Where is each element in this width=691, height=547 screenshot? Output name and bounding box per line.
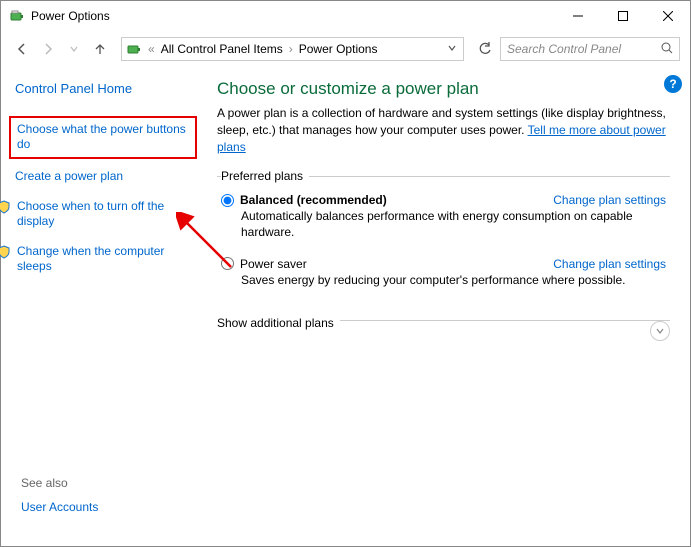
sidebar-link-create-plan[interactable]: Create a power plan [15,169,197,185]
sidebar-link-computer-sleeps[interactable]: Change when the computer sleeps [15,244,197,275]
refresh-button[interactable] [474,38,496,60]
see-also-header: See also [21,476,98,490]
control-panel-home-link[interactable]: Control Panel Home [15,81,197,98]
search-placeholder: Search Control Panel [507,42,661,56]
breadcrumb-chevron-icon: › [287,42,295,56]
address-dropdown-icon[interactable] [445,42,459,56]
plan-balanced: Balanced (recommended) Change plan setti… [221,193,666,240]
forward-button[interactable] [37,38,59,60]
intro-text: A power plan is a collection of hardware… [217,105,670,155]
plan-description: Automatically balances performance with … [241,209,666,240]
change-plan-settings-link[interactable]: Change plan settings [553,193,666,207]
power-options-icon [9,8,25,24]
search-icon [661,42,673,57]
expand-chevron-icon[interactable] [650,321,670,341]
nav-bar: « All Control Panel Items › Power Option… [1,31,690,67]
help-icon[interactable]: ? [664,75,682,93]
recent-locations-dropdown[interactable] [63,38,85,60]
up-button[interactable] [89,38,111,60]
minimize-button[interactable] [555,1,600,31]
back-button[interactable] [11,38,33,60]
plan-radio-power-saver[interactable] [221,257,234,270]
breadcrumb-separator: « [146,42,157,56]
shield-icon [0,245,11,259]
plan-description: Saves energy by reducing your computer's… [241,273,666,289]
plan-power-saver: Power saver Change plan settings Saves e… [221,257,666,289]
change-plan-settings-link[interactable]: Change plan settings [553,257,666,271]
search-input[interactable]: Search Control Panel [500,37,680,61]
power-options-icon [126,41,142,57]
shield-icon [0,200,11,214]
window-controls [555,1,690,31]
see-also-user-accounts[interactable]: User Accounts [21,500,98,516]
sidebar-link-label: Change when the computer sleeps [17,244,197,275]
page-heading: Choose or customize a power plan [217,79,670,99]
maximize-button[interactable] [600,1,645,31]
plan-name: Power saver [240,257,553,271]
window-title: Power Options [31,9,555,23]
breadcrumb-current[interactable]: Power Options [299,42,378,56]
plan-radio-balanced[interactable] [221,194,234,207]
preferred-plans-group: Preferred plans Balanced (recommended) C… [217,169,670,308]
sidebar-link-turn-off-display[interactable]: Choose when to turn off the display [15,199,197,230]
see-also-section: See also User Accounts [21,476,98,530]
title-bar: Power Options [1,1,690,31]
main-panel: ? Choose or customize a power plan A pow… [209,67,690,546]
close-button[interactable] [645,1,690,31]
plan-name: Balanced (recommended) [240,193,553,207]
breadcrumb-parent[interactable]: All Control Panel Items [161,42,283,56]
sidebar: Control Panel Home Choose what the power… [1,67,209,546]
show-additional-label: Show additional plans [217,316,340,330]
preferred-plans-legend: Preferred plans [221,169,309,183]
content-area: Control Panel Home Choose what the power… [1,67,690,546]
sidebar-link-label: Choose when to turn off the display [17,199,197,230]
show-additional-plans-row[interactable]: Show additional plans [217,320,670,349]
sidebar-link-power-buttons[interactable]: Choose what the power buttons do [9,116,197,159]
address-bar[interactable]: « All Control Panel Items › Power Option… [121,37,464,61]
